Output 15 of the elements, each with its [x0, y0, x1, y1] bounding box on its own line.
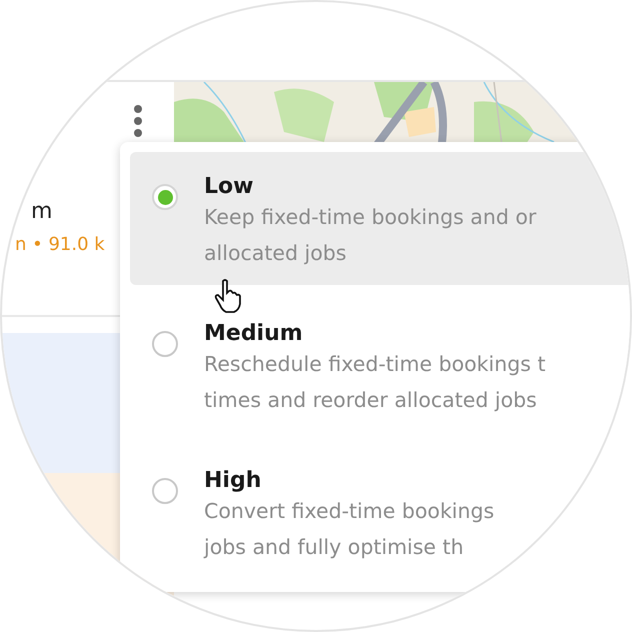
option-description: Keep fixed-time bookings and or allocated jobs	[204, 204, 536, 267]
radio-button[interactable]	[152, 478, 178, 504]
route-stats: n • 91.0 k	[15, 234, 106, 255]
radio-button[interactable]	[152, 331, 178, 357]
option-label: Medium	[204, 321, 304, 346]
hand-cursor-icon	[214, 278, 244, 314]
radio-button[interactable]	[152, 184, 178, 210]
option-description: Reschedule fixed-time bookings t times and reorder allocated jobs	[204, 351, 546, 414]
menu-option[interactable]: High Convert fixed-time bookings jobs and fully optimise th	[130, 446, 630, 579]
option-description: Convert fixed-time bookings jobs and fully optimise th	[204, 498, 494, 561]
more-options-icon[interactable]	[133, 104, 143, 138]
option-label: Low	[204, 174, 254, 199]
option-label: High	[204, 468, 262, 493]
menu-option[interactable]: Medium Reschedule fixed-time bookings t times and reorder allocated jobs	[130, 299, 630, 432]
route-title: m	[31, 199, 52, 224]
